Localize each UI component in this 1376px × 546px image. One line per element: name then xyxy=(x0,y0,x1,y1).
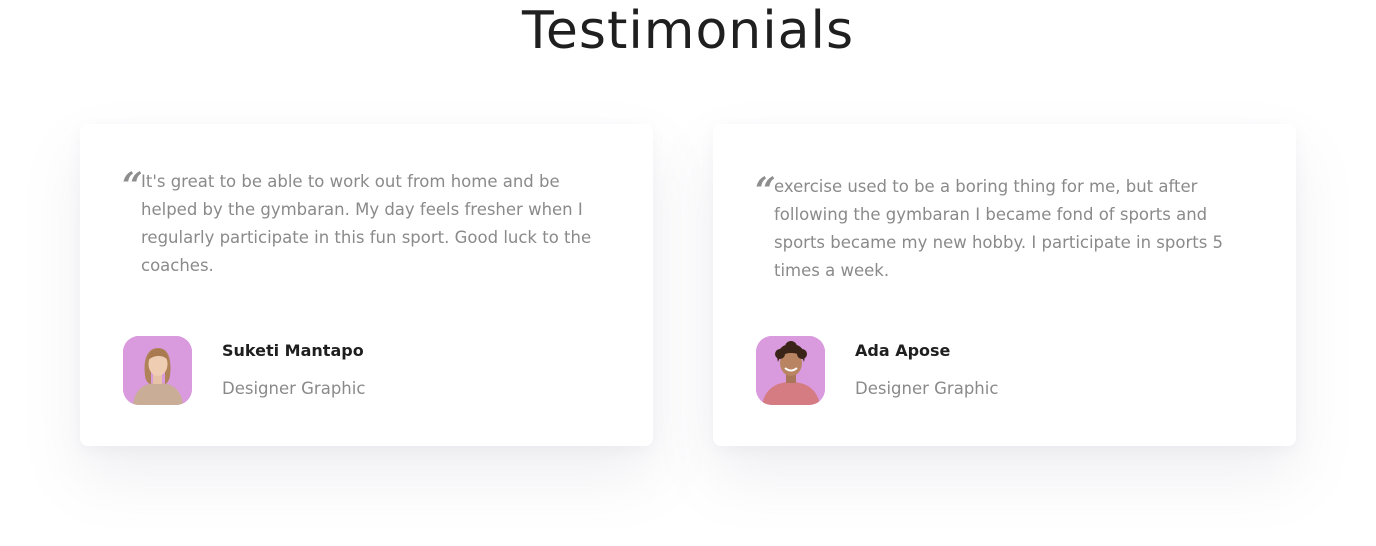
author-name: Suketi Mantapo xyxy=(222,341,364,360)
woman-portrait-icon xyxy=(123,336,192,405)
testimonial-text: It's great to be able to work out from h… xyxy=(141,172,592,275)
quote-icon: “ xyxy=(755,170,776,212)
author-role: Designer Graphic xyxy=(222,379,366,398)
testimonial-text: exercise used to be a boring thing for m… xyxy=(774,177,1224,280)
section-title: Testimonials xyxy=(521,1,855,61)
testimonial-card: “ exercise used to be a boring thing for… xyxy=(713,124,1296,446)
avatar xyxy=(756,336,825,405)
avatar xyxy=(123,336,192,405)
testimonial-card: “ It's great to be able to work out from… xyxy=(80,124,653,446)
quote-icon: “ xyxy=(122,165,143,207)
author-role: Designer Graphic xyxy=(855,379,999,398)
author-name: Ada Apose xyxy=(855,341,951,360)
man-portrait-icon xyxy=(756,336,825,405)
